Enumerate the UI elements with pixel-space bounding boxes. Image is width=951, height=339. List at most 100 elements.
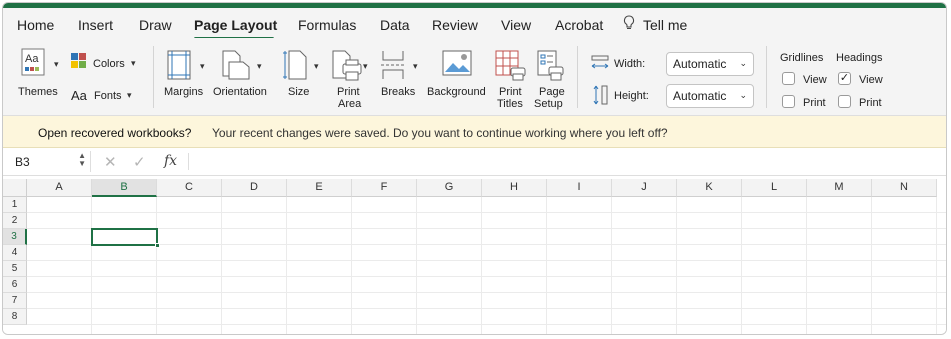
tab-data[interactable]: Data	[380, 17, 410, 33]
width-dropdown[interactable]: Automatic ⌄	[666, 52, 754, 76]
margins-icon[interactable]	[167, 50, 191, 85]
row-header-5[interactable]: 5	[3, 261, 27, 277]
column-header-e[interactable]: E	[287, 179, 352, 197]
grid-row-line	[27, 212, 946, 213]
column-header-m[interactable]: M	[807, 179, 872, 197]
row-header-6[interactable]: 6	[3, 277, 27, 293]
print-titles-icon[interactable]	[495, 50, 527, 87]
grid-row-line	[27, 260, 946, 261]
grid-column-line	[871, 197, 872, 334]
page-setup-label-2[interactable]: Setup	[534, 98, 563, 110]
ribbon-divider	[766, 46, 767, 108]
grid-column-line	[481, 197, 482, 334]
name-box[interactable]: B3 ▲ ▼	[9, 151, 91, 172]
row-header-2[interactable]: 2	[3, 213, 27, 229]
selected-cell[interactable]	[91, 228, 160, 248]
notification-title[interactable]: Open recovered workbooks?	[38, 126, 191, 140]
size-chevron-down-icon[interactable]: ▾	[314, 61, 319, 72]
column-header-h[interactable]: H	[482, 179, 547, 197]
excel-window: Home Insert Draw Page Layout Formulas Da…	[2, 2, 947, 335]
size-icon[interactable]	[283, 50, 309, 85]
height-dropdown[interactable]: Automatic ⌄	[666, 84, 754, 108]
grid-column-line	[416, 197, 417, 334]
svg-text:Aa: Aa	[25, 53, 39, 65]
formula-divider	[188, 153, 189, 170]
column-header-n[interactable]: N	[872, 179, 937, 197]
tab-insert[interactable]: Insert	[78, 17, 113, 33]
orientation-button[interactable]: Orientation	[213, 86, 267, 98]
row-header-8[interactable]: 8	[3, 309, 27, 325]
column-header-f[interactable]: F	[352, 179, 417, 197]
row-header-4[interactable]: 4	[3, 245, 27, 261]
tell-me-search[interactable]: Tell me	[643, 17, 687, 33]
gridlines-view-label: View	[803, 74, 827, 86]
enter-icon[interactable]: ✓	[133, 153, 146, 171]
page-setup-label-1[interactable]: Page	[539, 86, 565, 98]
themes-chevron-down-icon[interactable]: ▾	[54, 59, 59, 70]
column-header-b[interactable]: B	[92, 179, 157, 197]
breaks-icon[interactable]	[381, 50, 407, 85]
fonts-icon[interactable]: Aa	[71, 89, 87, 102]
print-area-label-1[interactable]: Print	[337, 86, 360, 98]
column-header-j[interactable]: J	[612, 179, 677, 197]
print-titles-label-1[interactable]: Print	[499, 86, 522, 98]
background-button[interactable]: Background	[427, 86, 486, 98]
column-header-d[interactable]: D	[222, 179, 287, 197]
height-value: Automatic	[673, 89, 727, 103]
column-header-k[interactable]: K	[677, 179, 742, 197]
tab-draw[interactable]: Draw	[139, 17, 172, 33]
size-button[interactable]: Size	[288, 86, 309, 98]
row-header-1[interactable]: 1	[3, 197, 27, 213]
tab-review[interactable]: Review	[432, 17, 478, 33]
tab-page-layout[interactable]: Page Layout	[194, 17, 277, 33]
margins-chevron-down-icon[interactable]: ▾	[200, 61, 205, 72]
column-header-i[interactable]: I	[547, 179, 612, 197]
headings-print-checkbox[interactable]	[838, 95, 851, 108]
print-titles-label-2[interactable]: Titles	[497, 98, 523, 110]
cancel-icon[interactable]: ✕	[104, 153, 117, 171]
column-header-c[interactable]: C	[157, 179, 222, 197]
row-header-7[interactable]: 7	[3, 293, 27, 309]
width-label: Width:	[614, 58, 646, 70]
column-header-g[interactable]: G	[417, 179, 482, 197]
gridlines-group-title: Gridlines	[780, 52, 824, 64]
select-all-corner[interactable]	[3, 179, 27, 197]
themes-icon[interactable]: Aa	[21, 48, 47, 83]
headings-view-checkbox[interactable]: ✓	[838, 72, 851, 85]
fonts-chevron-down-icon[interactable]: ▾	[127, 90, 132, 101]
name-box-value: B3	[15, 155, 30, 169]
print-area-label-2[interactable]: Area	[338, 98, 361, 110]
margins-button[interactable]: Margins	[164, 86, 203, 98]
ribbon-page-layout: Aa ▾ Themes Colors ▾ Aa Fonts ▾ ▾ Margin…	[3, 38, 946, 116]
orientation-icon[interactable]	[221, 50, 251, 85]
grid-column-line	[221, 197, 222, 334]
orientation-chevron-down-icon[interactable]: ▾	[257, 61, 262, 72]
tab-view[interactable]: View	[501, 17, 531, 33]
column-header-a[interactable]: A	[27, 179, 92, 197]
chevron-down-icon: ⌄	[739, 58, 747, 68]
worksheet-grid[interactable]: ABCDEFGHIJKLMN 12345678	[3, 176, 946, 334]
fonts-button[interactable]: Fonts	[94, 90, 122, 102]
insert-function-icon[interactable]: fx	[164, 153, 177, 169]
gridlines-view-checkbox[interactable]	[782, 72, 795, 85]
grid-row-line	[27, 292, 946, 293]
colors-chevron-down-icon[interactable]: ▾	[131, 58, 136, 69]
row-header-3[interactable]: 3	[3, 229, 27, 245]
colors-icon[interactable]	[71, 53, 87, 74]
column-header-l[interactable]: L	[742, 179, 807, 197]
print-area-icon[interactable]	[331, 50, 363, 87]
page-setup-icon[interactable]	[537, 50, 565, 87]
name-box-stepper-icon[interactable]: ▲ ▼	[78, 152, 86, 168]
breaks-button[interactable]: Breaks	[381, 86, 415, 98]
print-area-chevron-down-icon[interactable]: ▾	[363, 61, 368, 72]
colors-button[interactable]: Colors	[93, 58, 125, 70]
tab-home[interactable]: Home	[17, 17, 54, 33]
tab-formulas[interactable]: Formulas	[298, 17, 356, 33]
tab-acrobat[interactable]: Acrobat	[555, 17, 603, 33]
gridlines-print-checkbox[interactable]	[782, 95, 795, 108]
recovery-notification-bar: Open recovered workbooks? Your recent ch…	[3, 116, 946, 148]
background-icon[interactable]	[442, 50, 472, 85]
grid-column-line	[546, 197, 547, 334]
breaks-chevron-down-icon[interactable]: ▾	[413, 61, 418, 72]
fill-handle[interactable]	[155, 243, 160, 248]
